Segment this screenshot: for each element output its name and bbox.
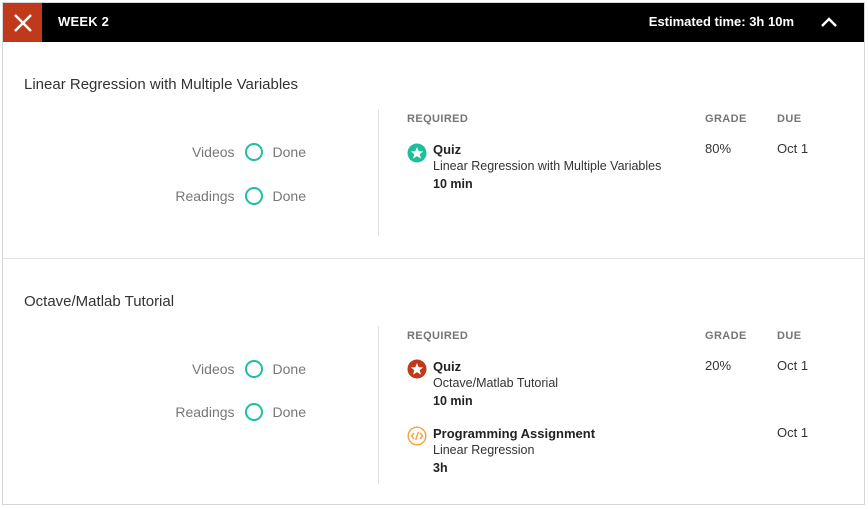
week-label: WEEK 2	[58, 14, 110, 29]
progress-readings[interactable]: Readings Done	[175, 187, 306, 205]
item-type-link[interactable]: Programming Assignment	[433, 426, 595, 441]
estimated-time: Estimated time: 3h 10m	[648, 14, 794, 29]
item-name[interactable]: Linear Regression with Multiple Variable…	[433, 159, 661, 173]
week-header: WEEK 2 Estimated time: 3h 10m	[3, 3, 864, 42]
item-grade: 20%	[705, 358, 732, 373]
done-ring-icon	[244, 403, 263, 421]
grade-column-header: GRADE	[705, 330, 747, 342]
close-button[interactable]	[3, 3, 42, 42]
progress-readings[interactable]: Readings Done	[175, 403, 306, 421]
lesson-title[interactable]: Octave/Matlab Tutorial	[24, 293, 174, 310]
quiz-star-icon	[407, 359, 427, 379]
item-duration: 10 min	[433, 394, 473, 408]
quiz-star-icon	[407, 143, 427, 163]
done-ring-icon	[244, 360, 263, 378]
column-divider	[378, 109, 379, 236]
item-grade: 80%	[705, 141, 732, 156]
progress-status: Done	[272, 144, 306, 160]
item-type-link[interactable]: Quiz	[433, 142, 461, 157]
progress-videos[interactable]: Videos Done	[192, 360, 306, 378]
item-name[interactable]: Octave/Matlab Tutorial	[433, 376, 558, 390]
progress-label: Videos	[191, 144, 235, 160]
progress-status: Done	[272, 361, 306, 377]
item-due-date: Oct 1	[777, 141, 809, 156]
done-ring-icon	[244, 143, 263, 161]
progress-label: Readings	[175, 188, 235, 204]
lesson-title[interactable]: Linear Regression with Multiple Variable…	[24, 76, 298, 93]
week-panel: WEEK 2 Estimated time: 3h 10m Linear Reg…	[2, 2, 865, 505]
item-due-date: Oct 1	[777, 358, 809, 373]
section-divider	[3, 258, 864, 259]
progress-status: Done	[272, 404, 306, 420]
done-ring-icon	[244, 187, 263, 205]
due-column-header: DUE	[777, 330, 802, 342]
due-column-header: DUE	[777, 113, 802, 125]
grade-column-header: GRADE	[705, 113, 747, 125]
column-divider	[378, 326, 379, 484]
item-duration: 3h	[433, 461, 448, 475]
collapse-button[interactable]	[820, 13, 838, 31]
chevron-up-icon	[821, 17, 837, 27]
item-name[interactable]: Linear Regression	[433, 443, 534, 457]
progress-label: Videos	[191, 361, 235, 377]
item-duration: 10 min	[433, 177, 473, 191]
progress-label: Readings	[175, 404, 235, 420]
item-due-date: Oct 1	[777, 425, 809, 440]
item-type-link[interactable]: Quiz	[433, 359, 461, 374]
required-column-header: REQUIRED	[407, 330, 469, 342]
close-icon	[13, 13, 32, 32]
code-icon	[407, 426, 427, 446]
required-column-header: REQUIRED	[407, 113, 469, 125]
progress-status: Done	[272, 188, 306, 204]
progress-videos[interactable]: Videos Done	[192, 143, 306, 161]
